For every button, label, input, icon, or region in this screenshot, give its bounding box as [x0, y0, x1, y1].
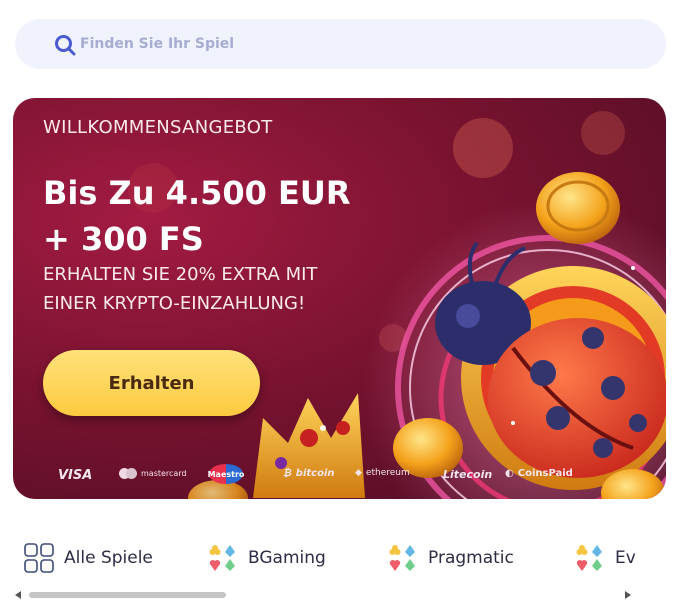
scroll-right-arrow-icon[interactable] — [625, 591, 631, 599]
banner-title-line1: Bis Zu 4.500 EUR — [43, 174, 351, 212]
provider-filter-bar: Alle Spiele BGaming Pragmatic Ev — [0, 538, 674, 578]
banner-eyebrow: WILLKOMMENSANGEBOT — [43, 117, 273, 138]
horizontal-scrollbar[interactable] — [15, 589, 631, 601]
provider-label: BGaming — [248, 548, 326, 568]
welcome-banner: WILLKOMMENSANGEBOT Bis Zu 4.500 EUR + 30… — [13, 98, 666, 499]
coinspaid-label: CoinsPaid — [517, 468, 573, 479]
provider-label: Ev — [615, 548, 636, 568]
bitcoin-icon: ₿ — [283, 468, 292, 479]
mastercard-logo: mastercard — [119, 468, 187, 479]
card-suits-icon — [389, 545, 415, 571]
provider-tab-bgaming[interactable]: BGaming — [208, 538, 326, 578]
scroll-left-arrow-icon[interactable] — [15, 591, 21, 599]
ethereum-label: ethereum — [365, 468, 410, 478]
mastercard-circles-icon — [119, 468, 137, 479]
litecoin-logo: Litecoin — [443, 468, 493, 481]
card-suits-icon — [209, 545, 235, 571]
mastercard-label: mastercard — [141, 469, 187, 478]
bitcoin-label: bitcoin — [295, 468, 335, 479]
search-bar[interactable] — [15, 19, 666, 69]
card-suits-icon — [576, 545, 602, 571]
search-input[interactable] — [80, 29, 640, 59]
banner-title-line2: + 300 FS — [43, 220, 204, 258]
banner-subtitle-line1: ERHALTEN SIE 20% EXTRA MIT — [43, 264, 318, 285]
grid-icon — [24, 543, 54, 573]
visa-logo: VISA — [58, 468, 93, 483]
provider-tab-all-games[interactable]: Alle Spiele — [24, 538, 153, 578]
provider-tab-ev[interactable]: Ev — [575, 538, 636, 578]
provider-tab-pragmatic[interactable]: Pragmatic — [388, 538, 514, 578]
ethereum-logo: ◆ ethereum — [355, 468, 410, 478]
bitcoin-logo: ₿ bitcoin — [283, 468, 335, 479]
search-icon[interactable] — [54, 34, 76, 56]
maestro-logo: Maestro — [208, 464, 244, 484]
claim-bonus-button[interactable]: Erhalten — [43, 350, 260, 416]
provider-label: Pragmatic — [428, 548, 514, 568]
banner-subtitle-line2: EINER KRYPTO-EINZAHLUNG! — [43, 293, 306, 314]
coinspaid-logo: ◐ CoinsPaid — [505, 468, 573, 479]
provider-label: Alle Spiele — [64, 548, 153, 568]
coinspaid-icon: ◐ — [505, 468, 514, 479]
scrollbar-thumb[interactable] — [29, 592, 226, 598]
ethereum-icon: ◆ — [355, 468, 362, 478]
